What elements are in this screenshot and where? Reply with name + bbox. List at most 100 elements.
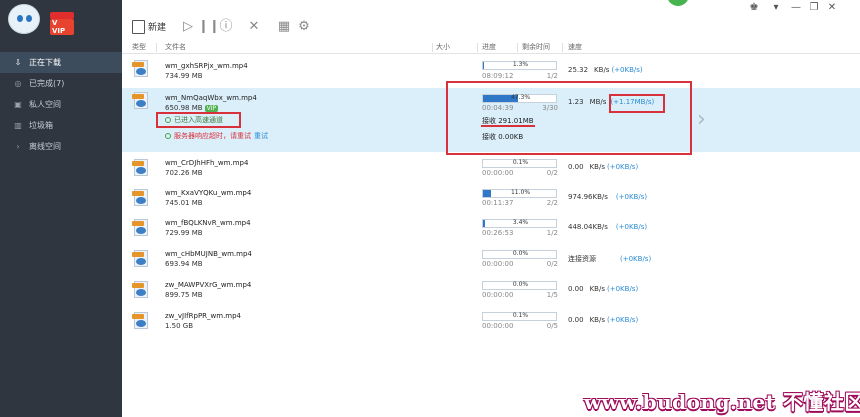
speed-boost: (+0KB/s)	[615, 223, 648, 231]
speed-text: 0.00 KB/s (+0KB/s)	[568, 163, 638, 171]
table-header: 类型 文件名 大小 进度 剩余时间 速度	[122, 41, 860, 54]
chevron-right-icon[interactable]: ›	[697, 107, 706, 132]
progress-text: 0.1%	[512, 312, 529, 319]
table-row[interactable]: wm_CrDJhHFh_wm.mp4 702.26 MB 0.1% 00:00:…	[122, 155, 860, 186]
speed-boost: (+0KB/s)	[607, 285, 639, 293]
speed-unit: KB/s	[594, 66, 610, 74]
speed-value: 25.32	[568, 66, 589, 74]
video-file-icon	[132, 159, 150, 177]
sidebar-item-completed[interactable]: ◎ 已完成(7)	[0, 73, 122, 94]
new-task-icon[interactable]	[132, 20, 145, 34]
file-name: wm_fBQLKNvR_wm.mp4	[165, 219, 251, 227]
progress-bar: 1.3%	[482, 61, 557, 70]
file-size: 729.99 MB	[165, 229, 203, 237]
file-size: 899.75 MB	[165, 291, 203, 299]
connection-count: 1/2	[546, 72, 558, 80]
vip-badge[interactable]: V VIP	[50, 12, 74, 35]
remaining-time: 00:11:37	[482, 199, 514, 207]
menu-icon[interactable]: ▾	[770, 2, 782, 13]
error-status: 服务器响应超时，请重试 重试	[165, 131, 268, 141]
table-row[interactable]: wm_KxaVYQKu_wm.mp4 745.01 MB 11.0% 00:11…	[122, 185, 860, 216]
pause-icon[interactable]: ❙❙	[198, 19, 220, 35]
gear-icon[interactable]: ⚙	[296, 19, 312, 35]
sidebar-item-label: 垃圾箱	[29, 121, 53, 130]
speed-value: 0.00	[568, 316, 584, 324]
progress-text: 0.0%	[512, 250, 529, 257]
sidebar-nav: ⇩ 正在下载 ◎ 已完成(7) ▣ 私人空间 ▥ 垃圾箱 › 离线空间	[0, 52, 122, 157]
file-size-line: 650.98 MB VIP	[165, 104, 219, 112]
speed-value: 974.96KB/s	[568, 193, 608, 201]
connection-count: 1/2	[546, 229, 558, 237]
column-type[interactable]: 类型	[132, 42, 146, 52]
sidebar-item-offline-space[interactable]: › 离线空间	[0, 136, 122, 157]
speed-unit: KB/s	[589, 285, 605, 293]
speed-text: 0.00 KB/s (+0KB/s)	[568, 285, 638, 293]
table-row[interactable]: zw_vJIfRpPR_wm.mp4 1.50 GB 0.1% 00:00:00…	[122, 308, 860, 339]
progress-bar: 11.0%	[482, 189, 557, 198]
play-icon[interactable]: ▷	[180, 19, 196, 35]
sidebar-item-trash[interactable]: ▥ 垃圾箱	[0, 115, 122, 136]
remaining-time: 00:26:53	[482, 229, 514, 237]
progress-text: 3.4%	[512, 219, 529, 226]
app-logo	[8, 4, 42, 34]
file-size: 702.26 MB	[165, 169, 203, 177]
remaining-time: 00:00:00	[482, 260, 514, 268]
video-file-icon	[132, 250, 150, 268]
new-task-button[interactable]: 新建	[148, 17, 166, 39]
sidebar-item-downloading[interactable]: ⇩ 正在下载	[0, 52, 122, 73]
green-circle-icon	[165, 133, 171, 139]
column-filename[interactable]: 文件名	[165, 42, 186, 52]
column-remaining[interactable]: 剩余时间	[522, 42, 550, 52]
file-name: zw_vJIfRpPR_wm.mp4	[165, 312, 242, 320]
file-name: wm_cHbMUJNB_wm.mp4	[165, 250, 252, 258]
window-close-icon[interactable]: ✕	[826, 2, 838, 13]
table-row[interactable]: zw_MAWPVXrG_wm.mp4 899.75 MB 0.0% 00:00:…	[122, 277, 860, 308]
restore-icon[interactable]: ❐	[808, 2, 820, 13]
remaining-time: 00:00:00	[482, 169, 514, 177]
column-progress[interactable]: 进度	[482, 42, 496, 52]
skin-icon[interactable]: ♚	[748, 2, 760, 13]
file-size: 745.01 MB	[165, 199, 203, 207]
remaining-time: 00:00:00	[482, 291, 514, 299]
table-row[interactable]: wm_fBQLKNvR_wm.mp4 729.99 MB 3.4% 00:26:…	[122, 215, 860, 246]
video-file-icon	[132, 60, 150, 78]
progress-bar: 0.1%	[482, 159, 557, 168]
speed-value: 448.04KB/s	[568, 223, 608, 231]
connection-count: 2/2	[546, 199, 558, 207]
vip-label: V VIP	[50, 19, 74, 35]
progress-text: 0.1%	[512, 159, 529, 166]
delete-warning-icon[interactable]: ⓘ	[218, 19, 234, 35]
minimize-icon[interactable]: —	[790, 2, 802, 13]
watermark: www.budong.net 不懂社区	[584, 390, 860, 414]
grid-view-icon[interactable]: ▦	[276, 19, 292, 35]
table-row[interactable]: wm_cHbMUJNB_wm.mp4 693.94 MB 0.0% 00:00:…	[122, 246, 860, 277]
column-size[interactable]: 大小	[436, 42, 450, 52]
annotation-progress-box	[446, 81, 692, 155]
speed-value: 0.00	[568, 163, 584, 171]
connection-count: 0/5	[546, 322, 558, 330]
file-size: 1.50 GB	[165, 322, 194, 330]
annotation-speed-box	[609, 94, 665, 113]
speed-boost: (+0KB/s)	[615, 193, 648, 201]
sidebar-item-label: 正在下载	[29, 58, 61, 67]
speed-boost: (+0KB/s)	[607, 163, 639, 171]
speed-text: 连接资源 (+0KB/s)	[568, 254, 651, 264]
retry-link[interactable]: 重试	[254, 132, 268, 140]
sidebar-item-private-space[interactable]: ▣ 私人空间	[0, 94, 122, 115]
progress-bar: 0.1%	[482, 312, 557, 321]
speed-unit: KB/s	[589, 163, 605, 171]
connection-count: 1/5	[546, 291, 558, 299]
file-size: 650.98 MB	[165, 104, 203, 112]
progress-text: 0.0%	[512, 281, 529, 288]
remaining-time: 00:00:00	[482, 322, 514, 330]
status-indicator	[667, 0, 689, 6]
toolbar: 新建 ▷ ❙❙ ⓘ ✕ ▦ ⚙ ♚ ▾ — ❐ ✕	[122, 0, 860, 40]
column-speed[interactable]: 速度	[568, 42, 582, 52]
video-file-icon	[132, 92, 150, 110]
file-name: wm_KxaVYQKu_wm.mp4	[165, 189, 252, 197]
close-icon[interactable]: ✕	[246, 19, 262, 35]
error-text: 服务器响应超时，请重试	[174, 132, 251, 140]
progress-bar: 0.0%	[482, 250, 557, 259]
file-name: wm_NmQaqWbx_wm.mp4	[165, 94, 257, 102]
cloud-icon: ›	[16, 142, 20, 151]
